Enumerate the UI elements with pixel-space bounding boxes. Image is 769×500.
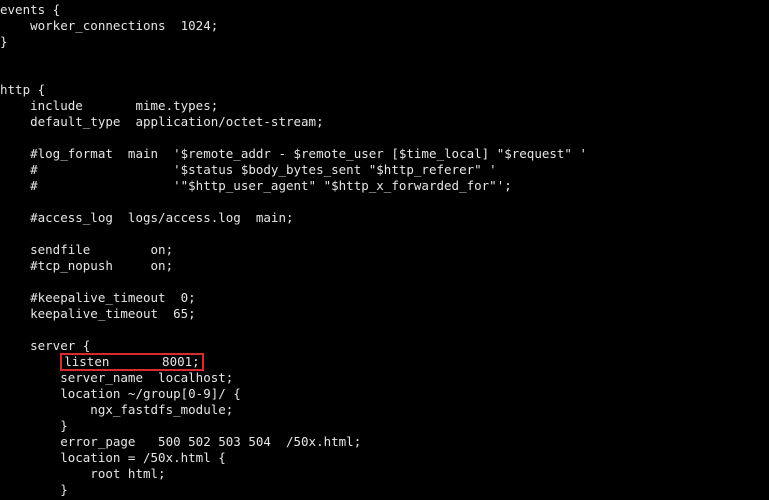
code-line: server { [0, 338, 769, 354]
code-line: sendfile on; [0, 242, 769, 258]
code-line: #log_format main '$remote_addr - $remote… [0, 146, 769, 162]
code-line [0, 50, 769, 66]
code-line [0, 130, 769, 146]
code-line: server_name localhost; [0, 370, 769, 386]
code-line: include mime.types; [0, 98, 769, 114]
code-line: http { [0, 82, 769, 98]
code-line: location = /50x.html { [0, 450, 769, 466]
code-line: keepalive_timeout 65; [0, 306, 769, 322]
code-line: #access_log logs/access.log main; [0, 210, 769, 226]
code-line: #keepalive_timeout 0; [0, 290, 769, 306]
code-line: worker_connections 1024; [0, 18, 769, 34]
code-line: } [0, 482, 769, 498]
code-line [0, 194, 769, 210]
listen-directive-highlight: listen 8001; [60, 353, 203, 371]
code-line: #tcp_nopush on; [0, 258, 769, 274]
code-line [0, 322, 769, 338]
code-line: events { [0, 2, 769, 18]
code-line: listen 8001; [0, 354, 769, 370]
code-line: ngx_fastdfs_module; [0, 402, 769, 418]
nginx-config-code: events { worker_connections 1024;} http … [0, 0, 769, 500]
code-line: # '$status $body_bytes_sent "$http_refer… [0, 162, 769, 178]
code-line: default_type application/octet-stream; [0, 114, 769, 130]
code-line: location ~/group[0-9]/ { [0, 386, 769, 402]
code-line: } [0, 418, 769, 434]
code-line [0, 226, 769, 242]
code-line: error_page 500 502 503 504 /50x.html; [0, 434, 769, 450]
code-line: } [0, 34, 769, 50]
code-line [0, 66, 769, 82]
code-line [0, 274, 769, 290]
code-line: # '"$http_user_agent" "$http_x_forwarded… [0, 178, 769, 194]
code-line: root html; [0, 466, 769, 482]
